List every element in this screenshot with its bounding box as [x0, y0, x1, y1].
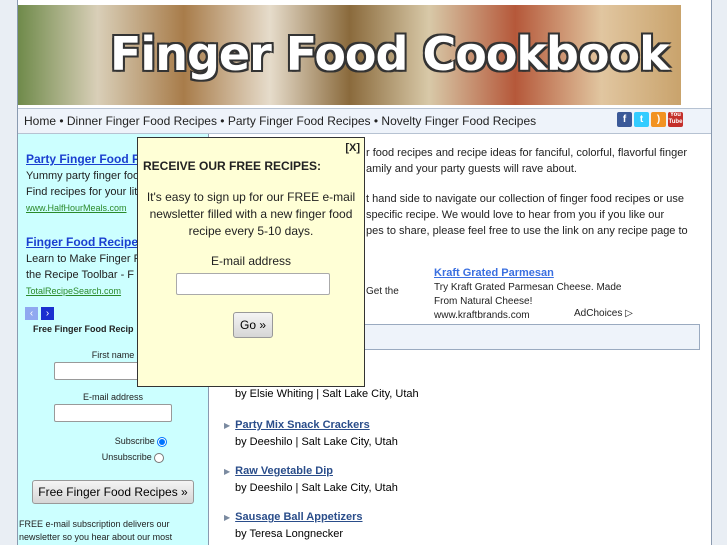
email-input[interactable]	[54, 404, 172, 422]
ad-text: Try Kraft Grated Parmesan Cheese. Made	[434, 282, 622, 293]
ad-link[interactable]: Finger Food Recipe	[26, 235, 138, 249]
ad-text: Get the	[366, 286, 399, 297]
prev-arrow-icon[interactable]: ‹	[25, 307, 38, 320]
go-button[interactable]: Go »	[233, 312, 274, 338]
unsubscribe-label: Unsubscribe	[101, 452, 152, 462]
sidebar-ad-2: Finger Food Recipe Learn to Make Finger …	[26, 234, 140, 299]
subscribe-label: Subscribe	[114, 436, 155, 446]
bullet-icon: ▶	[224, 467, 231, 476]
nav-bar: Home • Dinner Finger Food Recipes • Part…	[18, 108, 711, 134]
close-button[interactable]: [X]	[345, 142, 360, 154]
recipe-item: ▶ Raw Vegetable Dip by Deeshilo | Salt La…	[224, 465, 398, 494]
bullet-icon: ▶	[224, 513, 231, 522]
facebook-icon[interactable]: f	[617, 112, 632, 127]
recipe-link[interactable]: Party Mix Snack Crackers	[235, 419, 370, 431]
adchoices-link[interactable]: AdChoices ▷	[574, 306, 633, 322]
ad-link[interactable]: Kraft Grated Parmesan	[434, 267, 554, 279]
twitter-icon[interactable]: t	[634, 112, 649, 127]
popup-body: It's easy to sign up for our FREE e-mail…	[146, 190, 356, 238]
navigation-paragraph: t hand side to navigate our collection o…	[366, 193, 688, 237]
youtube-icon[interactable]: You Tube	[668, 112, 683, 127]
ad-url[interactable]: TotalRecipeSearch.com	[26, 286, 121, 296]
ad-url[interactable]: www.HalfHourMeals.com	[26, 203, 127, 213]
rss-icon[interactable]: )	[651, 112, 666, 127]
free-recipes-button[interactable]: Free Finger Food Recipes »	[32, 480, 194, 504]
popup-email-input[interactable]	[176, 273, 330, 295]
header-banner[interactable]: Finger Food Cookbook	[18, 5, 681, 105]
nav-links[interactable]: Home • Dinner Finger Food Recipes • Part…	[24, 109, 536, 133]
recipe-link[interactable]: Raw Vegetable Dip	[235, 465, 333, 477]
popup-heading: RECEIVE OUR FREE RECIPES:	[143, 159, 322, 173]
recipe-item: by Elsie Whiting | Salt Lake City, Utah	[235, 388, 419, 400]
recipe-link[interactable]: Sausage Ball Appetizers	[235, 511, 362, 523]
intro-paragraph: r food recipes and recipe ideas for fanc…	[366, 147, 687, 175]
site-logo: Finger Food Cookbook	[110, 27, 670, 81]
subscription-note: FREE e-mail subscription delivers our new…	[19, 519, 173, 542]
ad-url[interactable]: www.kraftbrands.com	[434, 310, 530, 321]
sidebar-ad-1: Party Finger Food F Yummy party finger f…	[26, 151, 139, 216]
bullet-icon: ▶	[224, 421, 231, 430]
ad-link[interactable]: Party Finger Food F	[26, 152, 139, 166]
popup-email-label: E-mail address	[210, 254, 292, 268]
newsletter-popup: [X] RECEIVE OUR FREE RECIPES: It's easy …	[137, 137, 365, 387]
ad-text: the Recipe Toolbar - F	[26, 269, 135, 281]
email-label: E-mail address	[82, 392, 144, 402]
ad-text: Learn to Make Finger F	[26, 253, 141, 265]
ad-text: Yummy party finger foo	[26, 170, 140, 182]
ad-text: Find recipes for your lit	[26, 186, 138, 198]
ad-text: From Natural Cheese!	[434, 296, 533, 307]
recipe-item: ▶ Party Mix Snack Crackers by Deeshilo | …	[224, 419, 398, 448]
recipe-item: ▶ Sausage Ball Appetizers by Teresa Longn…	[224, 511, 363, 540]
unsubscribe-radio[interactable]	[154, 452, 165, 463]
subscribe-radio[interactable]	[157, 436, 168, 447]
next-arrow-icon[interactable]: ›	[41, 307, 54, 320]
